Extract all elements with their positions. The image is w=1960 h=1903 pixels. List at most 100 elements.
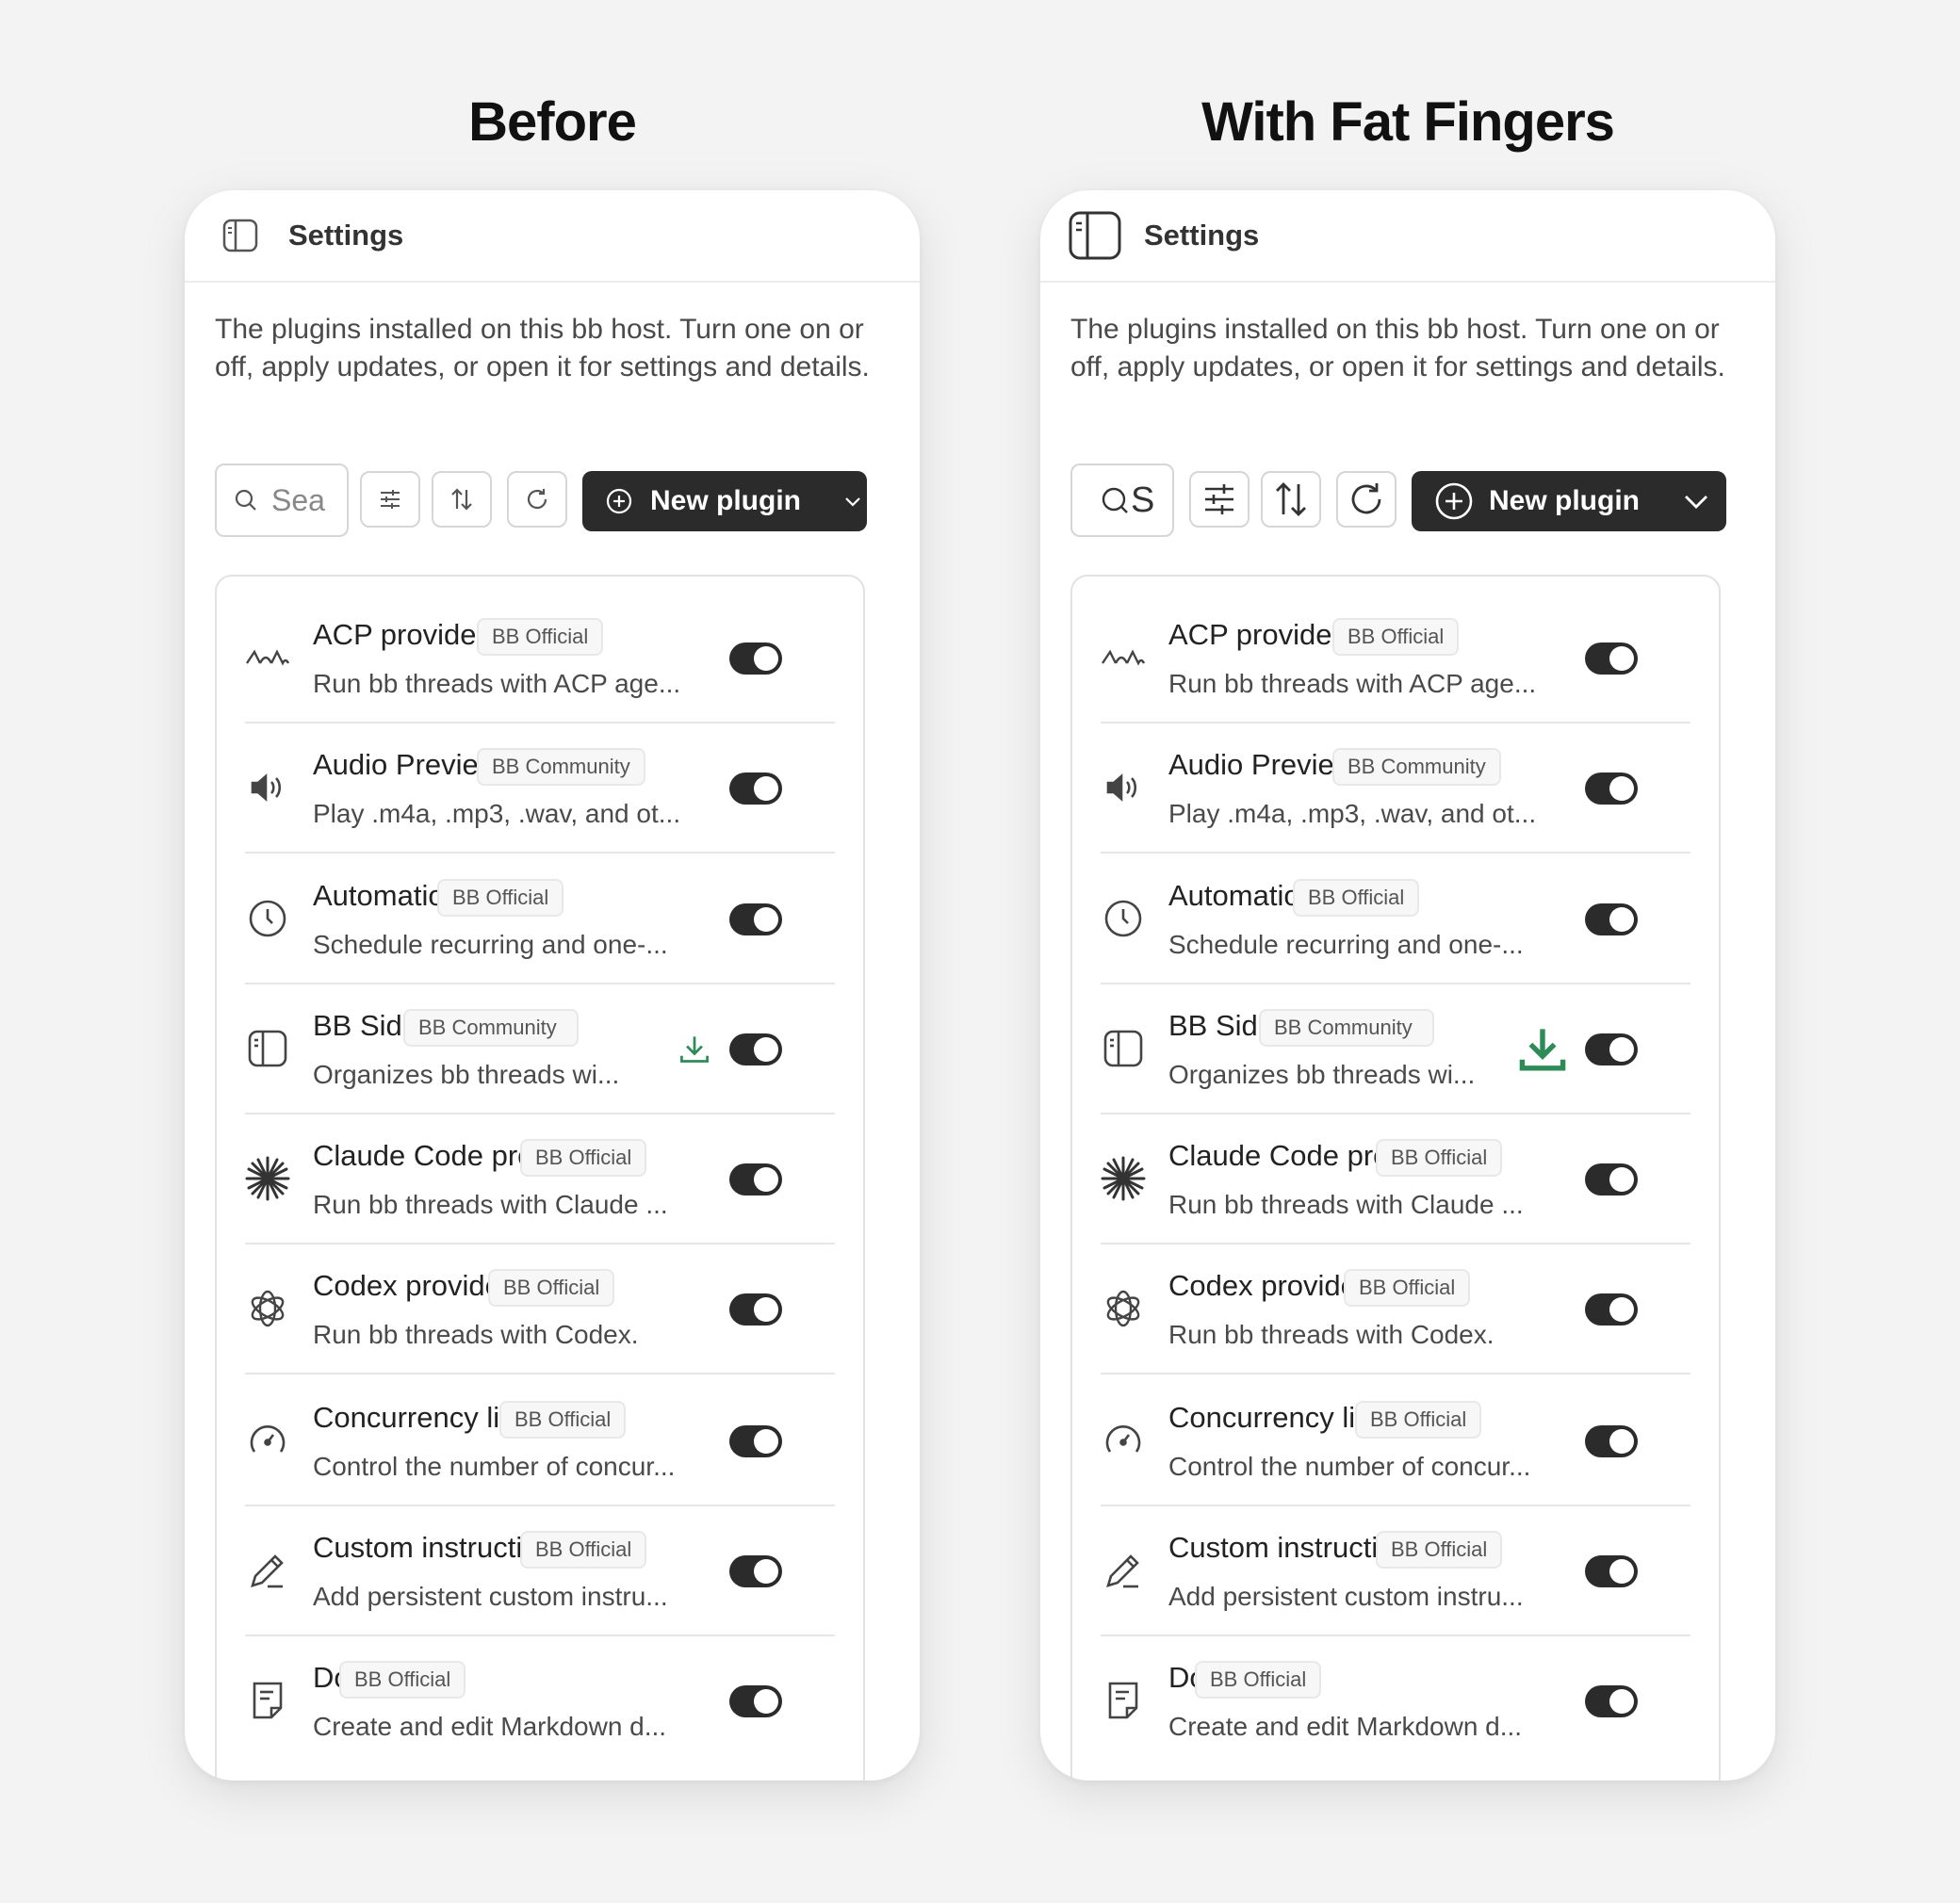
enable-toggle[interactable]	[729, 642, 782, 675]
acp-icon-glyph	[1102, 649, 1146, 666]
plugin-description: Run bb threads with ACP age...	[1168, 669, 1537, 698]
enable-toggle[interactable]	[1585, 1293, 1638, 1326]
filter-button[interactable]	[1189, 471, 1250, 528]
refresh-button[interactable]	[507, 471, 567, 528]
plugin-name: ACP providers	[313, 618, 501, 651]
enable-toggle[interactable]	[729, 1163, 782, 1195]
enable-toggle[interactable]	[729, 1555, 782, 1587]
openai-icon	[1101, 1286, 1146, 1331]
plugin-description: Control the number of concur...	[1168, 1452, 1531, 1481]
source-badge: BB Official	[488, 1269, 615, 1307]
source-badge: BB Official	[1376, 1531, 1503, 1569]
search-text: Sea	[271, 482, 325, 517]
sort-button[interactable]	[432, 471, 492, 528]
sidebar-icon-glyph	[248, 1030, 287, 1067]
source-badge: BB Community	[1259, 1009, 1434, 1047]
plugin-description: Run bb threads with ACP age...	[313, 669, 681, 698]
enable-toggle[interactable]	[1585, 903, 1638, 935]
enable-toggle[interactable]	[1585, 1033, 1638, 1065]
pencil-icon-glyph	[1106, 1554, 1139, 1588]
plugin-row[interactable]: Codex provider BB Official Run bb threads …	[245, 1244, 835, 1374]
source-badge: BB Official	[520, 1139, 647, 1177]
refresh-icon	[527, 489, 547, 510]
plugin-row[interactable]: Claude Code pro... BB Official Run bb thre…	[245, 1114, 835, 1244]
plugin-list: ACP providers BB Official Run bb threads w…	[215, 575, 865, 1781]
plugin-row[interactable]: Custom instructi... BB Official Add persis…	[1101, 1506, 1690, 1636]
page-title: Settings	[288, 219, 404, 252]
plugin-row[interactable]: DocsBB OfficialCreate and edit Markdown …	[245, 1636, 835, 1766]
source-badge: BB Official	[1195, 1661, 1322, 1699]
download-update-icon[interactable]	[1517, 1024, 1568, 1075]
enable-toggle[interactable]	[729, 1685, 782, 1717]
source-badge: BB Community	[1332, 748, 1501, 786]
plugin-row[interactable]: Audio Preview BB Community Play .m4a, .mp3…	[245, 724, 835, 854]
sliders-icon	[381, 490, 400, 509]
sliders-icon	[1205, 484, 1233, 514]
search-icon	[1102, 487, 1128, 513]
plugin-row[interactable]: Audio Preview BB Community Play .m4a, .mp3…	[1101, 724, 1690, 854]
plugin-description: Run bb threads with Claude ...	[1168, 1190, 1524, 1219]
enable-toggle[interactable]	[1585, 642, 1638, 675]
sort-button[interactable]	[1261, 471, 1321, 528]
plugin-row[interactable]: BB Side... BB Community Organizes bb threa…	[245, 984, 835, 1114]
clock-icon-glyph	[1104, 900, 1142, 937]
enable-toggle[interactable]	[729, 773, 782, 805]
enable-toggle[interactable]	[729, 1425, 782, 1457]
plugin-name: Audio Preview	[313, 748, 500, 781]
chevron-down-icon[interactable]	[842, 491, 863, 512]
search-input[interactable]: Sea	[215, 464, 349, 537]
plugin-row[interactable]: Custom instructi... BB Official Add persis…	[245, 1506, 835, 1636]
source-badge: BB Official	[339, 1661, 466, 1699]
sidebar-toggle-icon[interactable]	[222, 219, 258, 252]
enable-toggle[interactable]	[1585, 773, 1638, 805]
source-badge: BB Official	[1376, 1139, 1503, 1177]
enable-toggle[interactable]	[729, 1293, 782, 1326]
settings-card-fat-fingers: Settings The plugins installed on this b…	[1040, 190, 1775, 1781]
source-badge: BB Official	[477, 618, 604, 656]
search-input[interactable]: S	[1070, 464, 1174, 537]
plugin-name: Custom instructi...	[1168, 1531, 1403, 1564]
clock-icon	[245, 896, 290, 941]
new-plugin-label: New plugin	[1489, 485, 1640, 516]
plugin-row[interactable]: DocsBB OfficialCreate and edit Markdown …	[1101, 1636, 1690, 1766]
new-plugin-button[interactable]: New plugin	[582, 471, 867, 531]
plugin-description: Schedule recurring and one-...	[313, 930, 668, 959]
speaker-icon	[1101, 765, 1146, 810]
refresh-button[interactable]	[1336, 471, 1396, 528]
enable-toggle[interactable]	[729, 903, 782, 935]
plugin-row[interactable]: Codex provider BB Official Run bb threads …	[1101, 1244, 1690, 1374]
plugin-row[interactable]: ACP providers BB Official Run bb threads w…	[245, 594, 835, 724]
panel-title-before: Before	[468, 91, 637, 153]
enable-toggle[interactable]	[1585, 1163, 1638, 1195]
acp-icon	[1101, 635, 1146, 680]
search-text: S	[1131, 480, 1155, 520]
plugin-list: ACP providers BB Official Run bb threads w…	[1070, 575, 1721, 1781]
plugin-row[interactable]: BB Side... BB Community Organizes bb threa…	[1101, 984, 1690, 1114]
plugin-description: Run bb threads with Claude ...	[313, 1190, 668, 1219]
plugin-description: Create and edit Markdown d...	[1168, 1712, 1523, 1741]
asterisk-icon-glyph	[1101, 1156, 1146, 1201]
speaker-icon-glyph	[1106, 773, 1137, 802]
plugin-row[interactable]: ACP providers BB Official Run bb threads w…	[1101, 594, 1690, 724]
download-update-icon[interactable]	[678, 1033, 710, 1065]
plugin-row[interactable]: Automations BB Official Schedule recurring…	[1101, 854, 1690, 984]
sidebar-toggle-icon[interactable]	[1069, 211, 1121, 260]
gauge-icon-glyph	[1105, 1425, 1141, 1453]
plugin-row[interactable]: Automations BB Official Schedule recurring…	[245, 854, 835, 984]
filter-button[interactable]	[360, 471, 420, 528]
source-badge: BB Official	[1355, 1401, 1482, 1439]
new-plugin-button[interactable]: New plugin	[1412, 471, 1726, 531]
plugin-row[interactable]: Claude Code pro... BB Official Run bb thre…	[1101, 1114, 1690, 1244]
chevron-down-icon[interactable]	[1681, 486, 1711, 516]
enable-toggle[interactable]	[729, 1033, 782, 1065]
enable-toggle[interactable]	[1585, 1425, 1638, 1457]
acp-icon	[245, 635, 290, 680]
plugin-row[interactable]: Concurrency limit BB Official Control the …	[1101, 1376, 1690, 1506]
gauge-icon	[245, 1418, 290, 1463]
enable-toggle[interactable]	[1585, 1685, 1638, 1717]
document-icon	[1101, 1678, 1146, 1723]
plugin-description: Play .m4a, .mp3, .wav, and ot...	[1168, 799, 1537, 828]
plugin-row[interactable]: Concurrency limit BB Official Control the …	[245, 1376, 835, 1506]
enable-toggle[interactable]	[1585, 1555, 1638, 1587]
panel-title-fat-fingers: With Fat Fingers	[1201, 91, 1615, 153]
